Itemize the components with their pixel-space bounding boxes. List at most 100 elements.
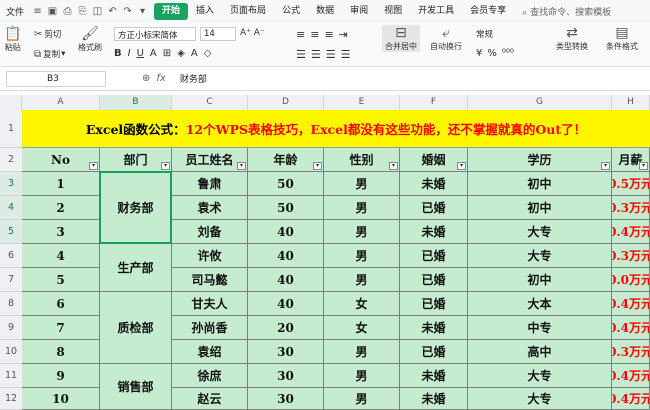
tab-6[interactable]: 视图 bbox=[376, 3, 410, 20]
row-header-3[interactable]: 3 bbox=[0, 172, 22, 196]
font-color-icon[interactable]: A bbox=[150, 48, 157, 59]
clear-icon[interactable]: ◇ bbox=[204, 48, 212, 59]
format-painter-button[interactable]: 🖌 格式刷 bbox=[78, 26, 102, 53]
file-menu[interactable]: 文件 bbox=[0, 5, 30, 18]
header-name[interactable]: 员工姓名 ▾ bbox=[172, 148, 248, 172]
cell-sex[interactable]: 男 bbox=[324, 388, 400, 410]
header-no[interactable]: No ▾ bbox=[22, 148, 100, 172]
cell-name[interactable]: 甘夫人 bbox=[172, 292, 248, 316]
cell-no[interactable]: 6 bbox=[22, 292, 100, 316]
cell-age[interactable]: 40 bbox=[248, 220, 324, 244]
cut-button[interactable]: ✂ 剪切 bbox=[34, 28, 61, 41]
cell-marriage[interactable]: 已婚 bbox=[400, 244, 468, 268]
quick-access-dropdown-icon[interactable]: ▾ bbox=[135, 4, 150, 19]
cell-age[interactable]: 20 bbox=[248, 316, 324, 340]
cell-marriage[interactable]: 已婚 bbox=[400, 340, 468, 364]
export-icon[interactable]: ⎙ bbox=[60, 4, 75, 19]
wrap-text-button[interactable]: ⤶ 自动换行 bbox=[430, 25, 462, 52]
cell-no[interactable]: 10 bbox=[22, 388, 100, 410]
cell-name[interactable]: 袁术 bbox=[172, 196, 248, 220]
row-header-12[interactable]: 12 bbox=[0, 388, 22, 410]
align-top-icon[interactable]: ≡ bbox=[296, 28, 305, 41]
cell-name[interactable]: 鲁肃 bbox=[172, 172, 248, 196]
print-icon[interactable]: ⎘ bbox=[75, 4, 90, 19]
row-header-11[interactable]: 11 bbox=[0, 364, 22, 388]
cell-edu[interactable]: 高中 bbox=[468, 340, 612, 364]
cell-no[interactable]: 5 bbox=[22, 268, 100, 292]
italic-button[interactable]: I bbox=[128, 48, 131, 59]
indent-icon[interactable]: ⇥ bbox=[339, 28, 348, 41]
cell-salary[interactable]: 0.3万元 bbox=[612, 244, 650, 268]
row-header-1[interactable]: 1 bbox=[0, 110, 22, 148]
cell-marriage[interactable]: 未婚 bbox=[400, 316, 468, 340]
cell-marriage[interactable]: 未婚 bbox=[400, 388, 468, 410]
header-edu[interactable]: 学历 ▾ bbox=[468, 148, 612, 172]
align-right-icon[interactable]: ☰ bbox=[326, 48, 336, 61]
font-name-select[interactable]: 方正小标宋简体 bbox=[114, 27, 196, 41]
align-bottom-icon[interactable]: ≡ bbox=[324, 28, 333, 41]
cell-name[interactable]: 徐庶 bbox=[172, 364, 248, 388]
cell-no[interactable]: 2 bbox=[22, 196, 100, 220]
cell-age[interactable]: 40 bbox=[248, 292, 324, 316]
column-header-g[interactable]: G bbox=[468, 95, 612, 110]
cell-edu[interactable]: 大专 bbox=[468, 364, 612, 388]
header-age[interactable]: 年龄 ▾ bbox=[248, 148, 324, 172]
cell-sex[interactable]: 男 bbox=[324, 220, 400, 244]
cell-no[interactable]: 1 bbox=[22, 172, 100, 196]
row-header-2[interactable]: 2 bbox=[0, 148, 22, 172]
cell-age[interactable]: 40 bbox=[248, 268, 324, 292]
fill-color-icon[interactable]: ◈ bbox=[177, 48, 185, 59]
cell-edu[interactable]: 初中 bbox=[468, 268, 612, 292]
zoom-icon[interactable]: ⊕ bbox=[142, 73, 150, 84]
cell-age[interactable]: 50 bbox=[248, 196, 324, 220]
cell-no[interactable]: 3 bbox=[22, 220, 100, 244]
cell-age[interactable]: 50 bbox=[248, 172, 324, 196]
cell-edu[interactable]: 大本 bbox=[468, 292, 612, 316]
column-header-e[interactable]: E bbox=[324, 95, 400, 110]
preview-icon[interactable]: ◫ bbox=[90, 4, 105, 19]
header-dept[interactable]: 部门 ▾ bbox=[100, 148, 172, 172]
cell-salary[interactable]: 0.3万元 bbox=[612, 196, 650, 220]
cell-marriage[interactable]: 未婚 bbox=[400, 364, 468, 388]
thousands-icon[interactable]: ⁰⁰⁰ bbox=[502, 48, 514, 59]
cell-salary[interactable]: 0.4万元 bbox=[612, 292, 650, 316]
cell-salary[interactable]: 0.0万元 bbox=[612, 268, 650, 292]
tab-5[interactable]: 审阅 bbox=[342, 3, 376, 20]
column-header-c[interactable]: C bbox=[172, 95, 248, 110]
cell-salary[interactable]: 0.4万元 bbox=[612, 316, 650, 340]
cell-edu[interactable]: 中专 bbox=[468, 316, 612, 340]
justify-icon[interactable]: ☰ bbox=[341, 48, 351, 61]
cell-no[interactable]: 8 bbox=[22, 340, 100, 364]
currency-icon[interactable]: ¥ bbox=[476, 48, 482, 59]
filter-dropdown-icon[interactable]: ▾ bbox=[237, 162, 246, 170]
cell-salary[interactable]: 0.4万元 bbox=[612, 388, 650, 410]
column-header-d[interactable]: D bbox=[248, 95, 324, 110]
filter-dropdown-icon[interactable]: ▾ bbox=[89, 162, 98, 170]
cell-dept[interactable]: 销售部 bbox=[100, 364, 172, 410]
conditional-format-button[interactable]: ▤ 条件格式 bbox=[606, 25, 638, 52]
menu-toggle-icon[interactable]: ≡ bbox=[30, 4, 45, 19]
cell-name[interactable]: 刘备 bbox=[172, 220, 248, 244]
percent-icon[interactable]: % bbox=[487, 48, 497, 59]
align-left-icon[interactable]: ☰ bbox=[296, 48, 306, 61]
tab-0[interactable]: 开始 bbox=[154, 3, 189, 20]
filter-dropdown-icon[interactable]: ▾ bbox=[601, 162, 610, 170]
name-box[interactable]: B3 bbox=[6, 70, 106, 87]
cell-sex[interactable]: 男 bbox=[324, 196, 400, 220]
search-command[interactable]: ⌕ 查找命令、搜索模板 bbox=[522, 5, 611, 18]
cell-marriage[interactable]: 已婚 bbox=[400, 292, 468, 316]
cell-edu[interactable]: 初中 bbox=[468, 196, 612, 220]
number-format-select[interactable]: 常规 bbox=[476, 28, 493, 40]
align-middle-icon[interactable]: ≡ bbox=[310, 28, 319, 41]
column-header-a[interactable]: A bbox=[22, 95, 100, 110]
fx-icon[interactable]: fx bbox=[156, 73, 165, 84]
tab-3[interactable]: 公式 bbox=[274, 3, 308, 20]
filter-dropdown-icon[interactable]: ▾ bbox=[639, 162, 648, 170]
tab-2[interactable]: 页面布局 bbox=[222, 3, 274, 20]
font-grow-shrink[interactable]: A⁺ A⁻ bbox=[240, 28, 265, 38]
cell-sex[interactable]: 男 bbox=[324, 364, 400, 388]
cell-no[interactable]: 9 bbox=[22, 364, 100, 388]
row-header-6[interactable]: 6 bbox=[0, 244, 22, 268]
cell-sex[interactable]: 男 bbox=[324, 340, 400, 364]
row-header-9[interactable]: 9 bbox=[0, 316, 22, 340]
